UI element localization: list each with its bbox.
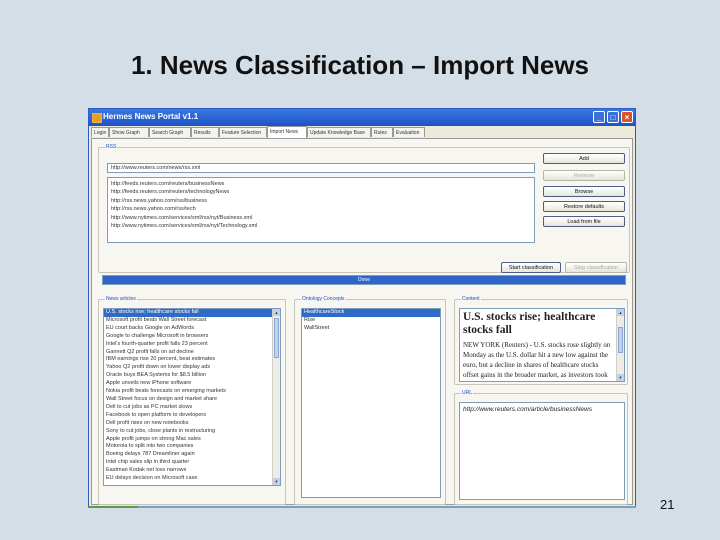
window-title: Hermes News Portal v1.1 bbox=[103, 112, 199, 121]
tab-login[interactable]: Login bbox=[91, 127, 109, 137]
page-number: 21 bbox=[660, 497, 675, 512]
footer-rule bbox=[88, 506, 636, 508]
tab-import-news[interactable]: Import News bbox=[267, 126, 307, 138]
maximize-button[interactable]: □ bbox=[607, 111, 619, 123]
news-article-item[interactable]: Nokia profit beats forecasts on emerging… bbox=[104, 388, 280, 396]
rss-url-list[interactable]: http://feeds.reuters.com/reuters/busines… bbox=[107, 177, 535, 243]
content-headline: U.S. stocks rise; healthcare stocks fall bbox=[463, 311, 596, 336]
ontology-concepts-group: Ontology Concepts HealthcareStock Rise W… bbox=[294, 296, 446, 505]
news-article-item[interactable]: Oracle buys BEA Systems for $8.5 billion bbox=[104, 372, 280, 380]
news-article-item[interactable]: Dell profit rises on new notebooks bbox=[104, 420, 280, 428]
scroll-down-icon[interactable]: ▼ bbox=[273, 478, 280, 485]
scroll-down-icon[interactable]: ▼ bbox=[617, 374, 624, 381]
progress-label: Done bbox=[358, 277, 370, 283]
news-article-item[interactable]: Apple unveils new iPhone software bbox=[104, 380, 280, 388]
scroll-up-icon[interactable]: ▲ bbox=[617, 309, 624, 316]
url-field[interactable]: http://www.reuters.com/article/businessN… bbox=[459, 402, 625, 500]
tab-rules[interactable]: Rules bbox=[371, 127, 393, 137]
news-article-item[interactable]: Yahoo Q2 profit down on lower display ad… bbox=[104, 364, 280, 372]
scroll-up-icon[interactable]: ▲ bbox=[273, 309, 280, 316]
tab-show-graph[interactable]: Show Graph bbox=[109, 127, 149, 137]
ontology-concepts-list[interactable]: HealthcareStock Rise WallStreet bbox=[301, 308, 441, 498]
import-news-panel: RSS http://www.reuters.com/news/rss.xml … bbox=[91, 138, 633, 505]
rss-url-item[interactable]: http://feeds.reuters.com/reuters/busines… bbox=[111, 180, 531, 188]
content-group: Content U.S. stocks rise; healthcare sto… bbox=[454, 296, 628, 385]
content-text-area: U.S. stocks rise; healthcare stocks fall… bbox=[463, 311, 613, 381]
rss-url-input-value: http://www.reuters.com/news/rss.xml bbox=[111, 165, 201, 171]
rss-group-label: RSS bbox=[105, 144, 118, 150]
minimize-button[interactable]: _ bbox=[593, 111, 605, 123]
news-list-scrollbar[interactable]: ▲ ▼ bbox=[272, 309, 280, 485]
content-viewer[interactable]: U.S. stocks rise; healthcare stocks fall… bbox=[459, 308, 625, 382]
news-article-item[interactable]: EU court backs Google on AdWords bbox=[104, 325, 280, 333]
scroll-thumb[interactable] bbox=[274, 318, 279, 358]
footer-rule-accent bbox=[88, 506, 138, 508]
news-article-item[interactable]: Gannett Q2 profit falls on ad decline bbox=[104, 349, 280, 357]
tab-update-knowledge-base[interactable]: Update Knowledge Base bbox=[307, 127, 371, 137]
news-article-item[interactable]: EU delays decision on Microsoft case bbox=[104, 475, 280, 483]
news-article-item[interactable]: IBM earnings rise 20 percent, beat estim… bbox=[104, 356, 280, 364]
rss-url-item[interactable]: http://www.nytimes.com/services/xml/rss/… bbox=[111, 222, 531, 230]
ontology-concept-item[interactable]: HealthcareStock bbox=[302, 309, 440, 317]
news-article-item[interactable]: Google to challenge Microsoft in browser… bbox=[104, 333, 280, 341]
news-article-item[interactable]: Eastman Kodak net loss narrows bbox=[104, 467, 280, 475]
news-article-item[interactable]: Microsoft profit beats Wall Street forec… bbox=[104, 317, 280, 325]
tab-search-graph[interactable]: Search Graph bbox=[149, 127, 191, 137]
tab-evaluation[interactable]: Evaluation bbox=[393, 127, 425, 137]
url-value: http://www.reuters.com/article/businessN… bbox=[463, 406, 592, 413]
tab-results[interactable]: Results bbox=[191, 127, 219, 137]
content-body: NEW YORK (Reuters) - U.S. stocks rose sl… bbox=[463, 341, 611, 379]
remove-button[interactable]: Remove bbox=[543, 170, 625, 181]
news-article-item[interactable]: Boeing delays 787 Dreamliner again bbox=[104, 451, 280, 459]
add-button[interactable]: Add bbox=[543, 153, 625, 164]
ontology-concept-item[interactable]: Rise bbox=[302, 317, 440, 325]
rss-group: RSS http://www.reuters.com/news/rss.xml … bbox=[98, 144, 630, 273]
news-articles-list[interactable]: U.S. stocks rise; healthcare stocks fall… bbox=[103, 308, 281, 486]
restore-defaults-button[interactable]: Restore defaults bbox=[543, 201, 625, 212]
news-article-item[interactable]: U.S. stocks rise; healthcare stocks fall bbox=[104, 309, 280, 317]
application-window: Hermes News Portal v1.1 _ □ × Login Show… bbox=[88, 108, 636, 508]
rss-url-item[interactable]: http://rss.news.yahoo.com/rss/tech bbox=[111, 205, 531, 213]
news-article-item[interactable]: Facebook to open platform to developers bbox=[104, 412, 280, 420]
news-articles-group: News articles U.S. stocks rise; healthca… bbox=[98, 296, 286, 505]
news-article-item[interactable]: Intel's fourth-quarter profit falls 23 p… bbox=[104, 341, 280, 349]
window-titlebar[interactable]: Hermes News Portal v1.1 _ □ × bbox=[89, 109, 635, 126]
rss-url-input[interactable]: http://www.reuters.com/news/rss.xml bbox=[107, 163, 535, 173]
url-group: URL http://www.reuters.com/article/busin… bbox=[454, 390, 628, 505]
app-icon bbox=[92, 113, 102, 123]
scroll-thumb[interactable] bbox=[618, 327, 623, 353]
news-article-item[interactable]: Wall Street focus on design and market s… bbox=[104, 396, 280, 404]
ontology-concepts-label: Ontology Concepts bbox=[301, 296, 346, 302]
ontology-concept-item[interactable]: WallStreet bbox=[302, 325, 440, 333]
progress-bar: Done bbox=[102, 275, 626, 285]
content-label: Content bbox=[461, 296, 481, 302]
news-article-item[interactable]: Apple profit jumps on strong Mac sales bbox=[104, 436, 280, 444]
slide-title: 1. News Classification – Import News bbox=[130, 50, 590, 80]
news-article-item[interactable]: Sony to cut jobs, close plants in restru… bbox=[104, 428, 280, 436]
close-button[interactable]: × bbox=[621, 111, 633, 123]
browse-button[interactable]: Browse bbox=[543, 186, 625, 197]
load-from-file-button[interactable]: Load from file bbox=[543, 216, 625, 227]
content-scrollbar[interactable]: ▲ ▼ bbox=[616, 309, 624, 381]
start-classification-button[interactable]: Start classification bbox=[501, 262, 561, 273]
rss-url-item[interactable]: http://feeds.reuters.com/reuters/technol… bbox=[111, 188, 531, 196]
news-article-item[interactable]: Intel chip sales slip in third quarter bbox=[104, 459, 280, 467]
news-articles-label: News articles bbox=[105, 296, 137, 302]
url-label: URL bbox=[461, 390, 474, 396]
tab-feature-selection[interactable]: Feature Selection bbox=[219, 127, 267, 137]
news-article-item[interactable]: Dell to cut jobs as PC market slows bbox=[104, 404, 280, 412]
rss-url-item[interactable]: http://rss.news.yahoo.com/rss/business bbox=[111, 197, 531, 205]
stop-classification-button[interactable]: Stop classification bbox=[565, 262, 627, 273]
news-article-item[interactable]: Motorola to split into two companies bbox=[104, 443, 280, 451]
rss-url-item[interactable]: http://www.nytimes.com/services/xml/rss/… bbox=[111, 214, 531, 222]
